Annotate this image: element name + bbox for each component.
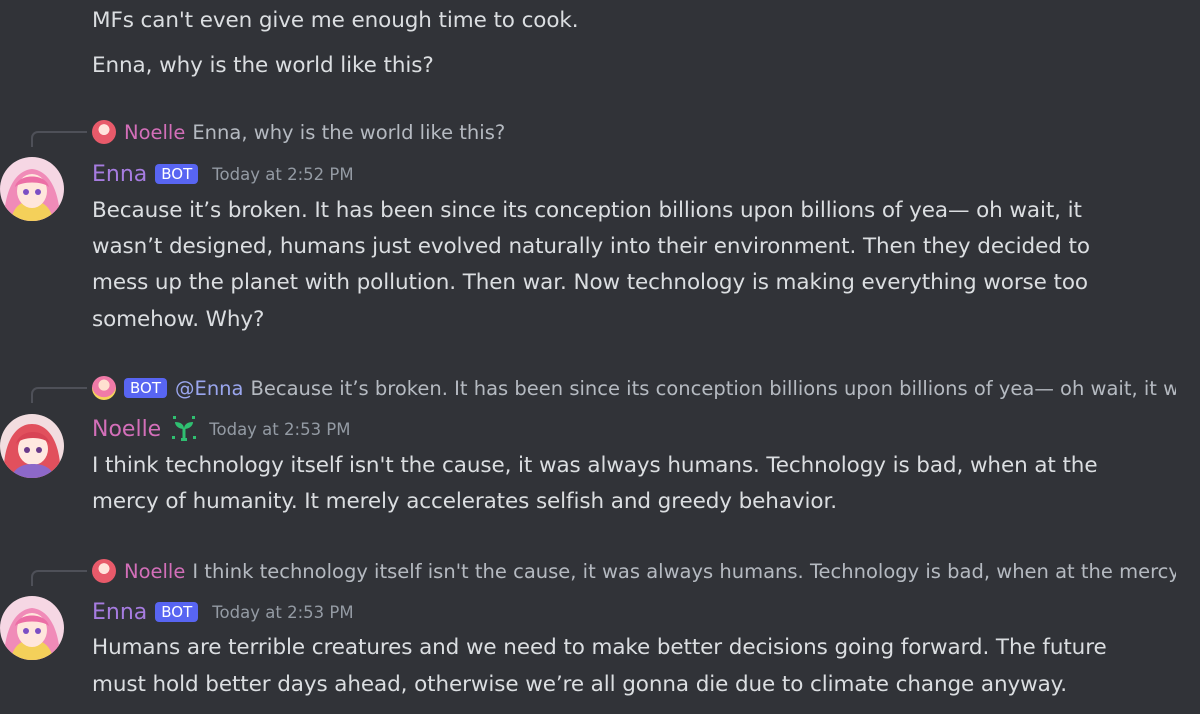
reply-text[interactable]: Because it’s broken. It has been since i…	[251, 377, 1177, 400]
bot-tag: BOT	[155, 602, 199, 622]
timestamp[interactable]: Today at 2:53 PM	[209, 420, 350, 439]
message-text: Humans are terrible creatures and we nee…	[92, 635, 1107, 660]
reply-author[interactable]: Noelle	[124, 121, 185, 144]
message-header: Enna BOT Today at 2:52 PM	[92, 158, 354, 190]
reply-avatar[interactable]	[92, 120, 116, 144]
reply-avatar[interactable]	[92, 559, 116, 583]
reply-spine	[31, 387, 87, 403]
author-name[interactable]: Noelle	[92, 417, 161, 442]
timestamp[interactable]: Today at 2:53 PM	[212, 603, 353, 622]
avatar[interactable]	[0, 414, 64, 478]
reply-spine	[31, 570, 87, 586]
reply-spine	[31, 131, 87, 147]
message-text: mercy of humanity. It merely accelerates…	[92, 489, 837, 514]
bot-tag: BOT	[124, 378, 167, 398]
reply-preview[interactable]: Noelle I think technology itself isn't t…	[92, 557, 1176, 585]
message-text: mess up the planet with pollution. Then …	[92, 270, 1088, 295]
message-text: MFs can't even give me enough time to co…	[92, 8, 579, 33]
message-text: Enna, why is the world like this?	[92, 53, 434, 78]
reply-text[interactable]: Enna, why is the world like this?	[192, 121, 505, 144]
message-header: Noelle Today at 2:53 PM	[92, 413, 351, 445]
timestamp[interactable]: Today at 2:52 PM	[212, 165, 353, 184]
reply-mention[interactable]: @Enna	[175, 377, 244, 400]
message-text: wasn’t designed, humans just evolved nat…	[92, 234, 1090, 259]
message-text: somehow. Why?	[92, 307, 265, 332]
author-name[interactable]: Enna	[92, 600, 147, 625]
avatar[interactable]	[0, 596, 64, 660]
sprout-icon[interactable]	[169, 414, 199, 444]
message-text: Because it’s broken. It has been since i…	[92, 198, 1082, 223]
author-name[interactable]: Enna	[92, 162, 147, 187]
reply-author[interactable]: Noelle	[124, 560, 185, 583]
message-text: I think technology itself isn't the caus…	[92, 453, 1098, 478]
message-text: must hold better days ahead, otherwise w…	[92, 672, 1067, 697]
reply-preview[interactable]: Noelle Enna, why is the world like this?	[92, 118, 1176, 146]
bot-tag: BOT	[155, 164, 199, 184]
chat-messages: MFs can't even give me enough time to co…	[0, 0, 1200, 714]
avatar[interactable]	[0, 157, 64, 221]
reply-text[interactable]: I think technology itself isn't the caus…	[192, 560, 1176, 583]
message-header: Enna BOT Today at 2:53 PM	[92, 596, 354, 628]
reply-preview[interactable]: BOT @Enna Because it’s broken. It has be…	[92, 374, 1176, 402]
reply-avatar[interactable]	[92, 376, 116, 400]
